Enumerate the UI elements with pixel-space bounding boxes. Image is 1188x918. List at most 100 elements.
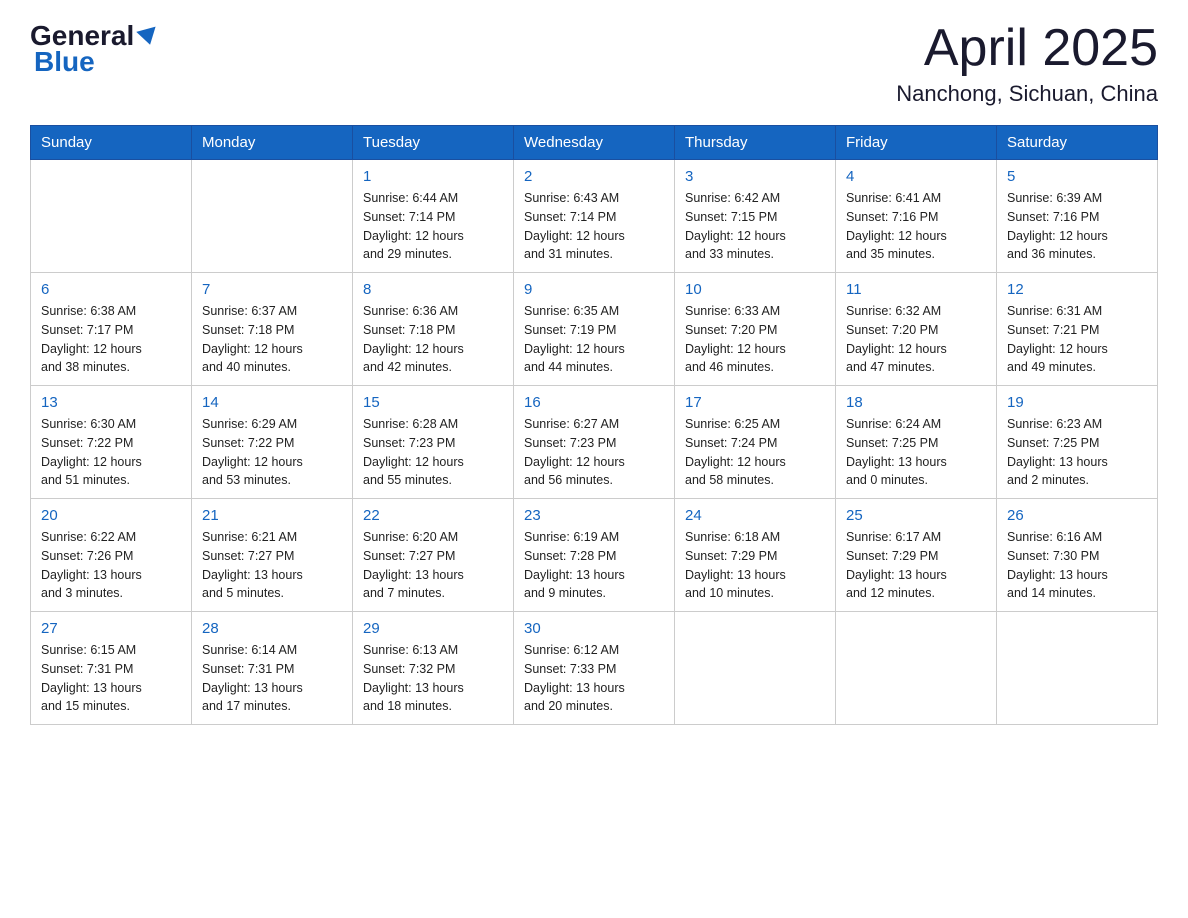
day-info: Sunrise: 6:36 AMSunset: 7:18 PMDaylight:… bbox=[363, 302, 503, 377]
day-cell bbox=[192, 160, 353, 273]
day-info: Sunrise: 6:18 AMSunset: 7:29 PMDaylight:… bbox=[685, 528, 825, 603]
day-number: 8 bbox=[363, 281, 503, 298]
day-number: 25 bbox=[846, 507, 986, 524]
day-number: 28 bbox=[202, 620, 342, 637]
day-info: Sunrise: 6:22 AMSunset: 7:26 PMDaylight:… bbox=[41, 528, 181, 603]
calendar-table: SundayMondayTuesdayWednesdayThursdayFrid… bbox=[30, 125, 1158, 725]
day-number: 12 bbox=[1007, 281, 1147, 298]
day-number: 27 bbox=[41, 620, 181, 637]
day-cell: 3 Sunrise: 6:42 AMSunset: 7:15 PMDaylight… bbox=[675, 160, 836, 273]
day-cell: 6Sunrise: 6:38 AMSunset: 7:17 PMDaylight… bbox=[31, 273, 192, 386]
header-row: SundayMondayTuesdayWednesdayThursdayFrid… bbox=[31, 126, 1158, 160]
day-info: Sunrise: 6:28 AMSunset: 7:23 PMDaylight:… bbox=[363, 415, 503, 490]
day-cell: 24 Sunrise: 6:18 AMSunset: 7:29 PMDayligh… bbox=[675, 499, 836, 612]
day-number: 5 bbox=[1007, 168, 1147, 185]
day-cell: 11 Sunrise: 6:32 AMSunset: 7:20 PMDayligh… bbox=[836, 273, 997, 386]
day-info: Sunrise: 6:39 AMSunset: 7:16 PMDaylight:… bbox=[1007, 189, 1147, 264]
day-number: 4 bbox=[846, 168, 986, 185]
day-info: Sunrise: 6:16 AMSunset: 7:30 PMDaylight:… bbox=[1007, 528, 1147, 603]
day-cell: 30 Sunrise: 6:12 AMSunset: 7:33 PMDayligh… bbox=[514, 612, 675, 725]
day-number: 20 bbox=[41, 507, 181, 524]
header-cell-thursday: Thursday bbox=[675, 126, 836, 160]
logo: General Blue bbox=[30, 20, 158, 78]
day-info: Sunrise: 6:15 AMSunset: 7:31 PMDaylight:… bbox=[41, 641, 181, 716]
day-info: Sunrise: 6:25 AMSunset: 7:24 PMDaylight:… bbox=[685, 415, 825, 490]
day-cell: 20 Sunrise: 6:22 AMSunset: 7:26 PMDayligh… bbox=[31, 499, 192, 612]
day-number: 3 bbox=[685, 168, 825, 185]
day-cell bbox=[997, 612, 1158, 725]
day-cell: 18Sunrise: 6:24 AMSunset: 7:25 PMDayligh… bbox=[836, 386, 997, 499]
day-cell: 9 Sunrise: 6:35 AMSunset: 7:19 PMDaylight… bbox=[514, 273, 675, 386]
day-info: Sunrise: 6:33 AMSunset: 7:20 PMDaylight:… bbox=[685, 302, 825, 377]
day-cell: 10 Sunrise: 6:33 AMSunset: 7:20 PMDayligh… bbox=[675, 273, 836, 386]
day-cell: 26Sunrise: 6:16 AMSunset: 7:30 PMDayligh… bbox=[997, 499, 1158, 612]
day-cell: 7Sunrise: 6:37 AMSunset: 7:18 PMDaylight… bbox=[192, 273, 353, 386]
day-number: 1 bbox=[363, 168, 503, 185]
calendar-body: 1 Sunrise: 6:44 AMSunset: 7:14 PMDaylight… bbox=[31, 160, 1158, 725]
day-cell: 25Sunrise: 6:17 AMSunset: 7:29 PMDayligh… bbox=[836, 499, 997, 612]
day-number: 9 bbox=[524, 281, 664, 298]
day-number: 24 bbox=[685, 507, 825, 524]
day-info: Sunrise: 6:29 AMSunset: 7:22 PMDaylight:… bbox=[202, 415, 342, 490]
week-row-1: 6Sunrise: 6:38 AMSunset: 7:17 PMDaylight… bbox=[31, 273, 1158, 386]
calendar-header: SundayMondayTuesdayWednesdayThursdayFrid… bbox=[31, 126, 1158, 160]
day-info: Sunrise: 6:44 AMSunset: 7:14 PMDaylight:… bbox=[363, 189, 503, 264]
header-cell-sunday: Sunday bbox=[31, 126, 192, 160]
day-number: 16 bbox=[524, 394, 664, 411]
day-number: 7 bbox=[202, 281, 342, 298]
day-info: Sunrise: 6:23 AMSunset: 7:25 PMDaylight:… bbox=[1007, 415, 1147, 490]
title-area: April 2025 Nanchong, Sichuan, China bbox=[896, 20, 1158, 107]
day-number: 2 bbox=[524, 168, 664, 185]
day-info: Sunrise: 6:12 AMSunset: 7:33 PMDaylight:… bbox=[524, 641, 664, 716]
day-info: Sunrise: 6:42 AMSunset: 7:15 PMDaylight:… bbox=[685, 189, 825, 264]
day-info: Sunrise: 6:27 AMSunset: 7:23 PMDaylight:… bbox=[524, 415, 664, 490]
day-cell: 5 Sunrise: 6:39 AMSunset: 7:16 PMDaylight… bbox=[997, 160, 1158, 273]
logo-triangle bbox=[137, 27, 160, 48]
day-cell bbox=[836, 612, 997, 725]
day-info: Sunrise: 6:21 AMSunset: 7:27 PMDaylight:… bbox=[202, 528, 342, 603]
week-row-2: 13Sunrise: 6:30 AMSunset: 7:22 PMDayligh… bbox=[31, 386, 1158, 499]
day-number: 23 bbox=[524, 507, 664, 524]
day-cell: 8 Sunrise: 6:36 AMSunset: 7:18 PMDaylight… bbox=[353, 273, 514, 386]
day-number: 13 bbox=[41, 394, 181, 411]
header-cell-monday: Monday bbox=[192, 126, 353, 160]
day-cell: 2Sunrise: 6:43 AMSunset: 7:14 PMDaylight… bbox=[514, 160, 675, 273]
day-info: Sunrise: 6:20 AMSunset: 7:27 PMDaylight:… bbox=[363, 528, 503, 603]
day-cell bbox=[675, 612, 836, 725]
day-number: 11 bbox=[846, 281, 986, 298]
day-cell: 28Sunrise: 6:14 AMSunset: 7:31 PMDayligh… bbox=[192, 612, 353, 725]
month-title: April 2025 bbox=[896, 20, 1158, 77]
day-number: 15 bbox=[363, 394, 503, 411]
day-cell: 15 Sunrise: 6:28 AMSunset: 7:23 PMDayligh… bbox=[353, 386, 514, 499]
day-number: 21 bbox=[202, 507, 342, 524]
day-info: Sunrise: 6:24 AMSunset: 7:25 PMDaylight:… bbox=[846, 415, 986, 490]
day-number: 14 bbox=[202, 394, 342, 411]
day-cell: 19 Sunrise: 6:23 AMSunset: 7:25 PMDayligh… bbox=[997, 386, 1158, 499]
logo-blue-text: Blue bbox=[30, 46, 95, 78]
day-cell: 14 Sunrise: 6:29 AMSunset: 7:22 PMDayligh… bbox=[192, 386, 353, 499]
day-number: 19 bbox=[1007, 394, 1147, 411]
header-cell-friday: Friday bbox=[836, 126, 997, 160]
day-number: 10 bbox=[685, 281, 825, 298]
location-title: Nanchong, Sichuan, China bbox=[896, 81, 1158, 107]
day-number: 22 bbox=[363, 507, 503, 524]
day-info: Sunrise: 6:41 AMSunset: 7:16 PMDaylight:… bbox=[846, 189, 986, 264]
header-cell-wednesday: Wednesday bbox=[514, 126, 675, 160]
day-cell: 1 Sunrise: 6:44 AMSunset: 7:14 PMDaylight… bbox=[353, 160, 514, 273]
day-cell: 16 Sunrise: 6:27 AMSunset: 7:23 PMDayligh… bbox=[514, 386, 675, 499]
day-info: Sunrise: 6:13 AMSunset: 7:32 PMDaylight:… bbox=[363, 641, 503, 716]
day-cell: 21 Sunrise: 6:21 AMSunset: 7:27 PMDayligh… bbox=[192, 499, 353, 612]
day-cell: 4 Sunrise: 6:41 AMSunset: 7:16 PMDaylight… bbox=[836, 160, 997, 273]
week-row-4: 27 Sunrise: 6:15 AMSunset: 7:31 PMDayligh… bbox=[31, 612, 1158, 725]
day-cell: 12Sunrise: 6:31 AMSunset: 7:21 PMDayligh… bbox=[997, 273, 1158, 386]
week-row-0: 1 Sunrise: 6:44 AMSunset: 7:14 PMDaylight… bbox=[31, 160, 1158, 273]
week-row-3: 20 Sunrise: 6:22 AMSunset: 7:26 PMDayligh… bbox=[31, 499, 1158, 612]
day-cell: 27 Sunrise: 6:15 AMSunset: 7:31 PMDayligh… bbox=[31, 612, 192, 725]
day-number: 30 bbox=[524, 620, 664, 637]
day-info: Sunrise: 6:35 AMSunset: 7:19 PMDaylight:… bbox=[524, 302, 664, 377]
header-cell-saturday: Saturday bbox=[997, 126, 1158, 160]
day-cell bbox=[31, 160, 192, 273]
day-cell: 22 Sunrise: 6:20 AMSunset: 7:27 PMDayligh… bbox=[353, 499, 514, 612]
day-cell: 23Sunrise: 6:19 AMSunset: 7:28 PMDayligh… bbox=[514, 499, 675, 612]
day-info: Sunrise: 6:32 AMSunset: 7:20 PMDaylight:… bbox=[846, 302, 986, 377]
